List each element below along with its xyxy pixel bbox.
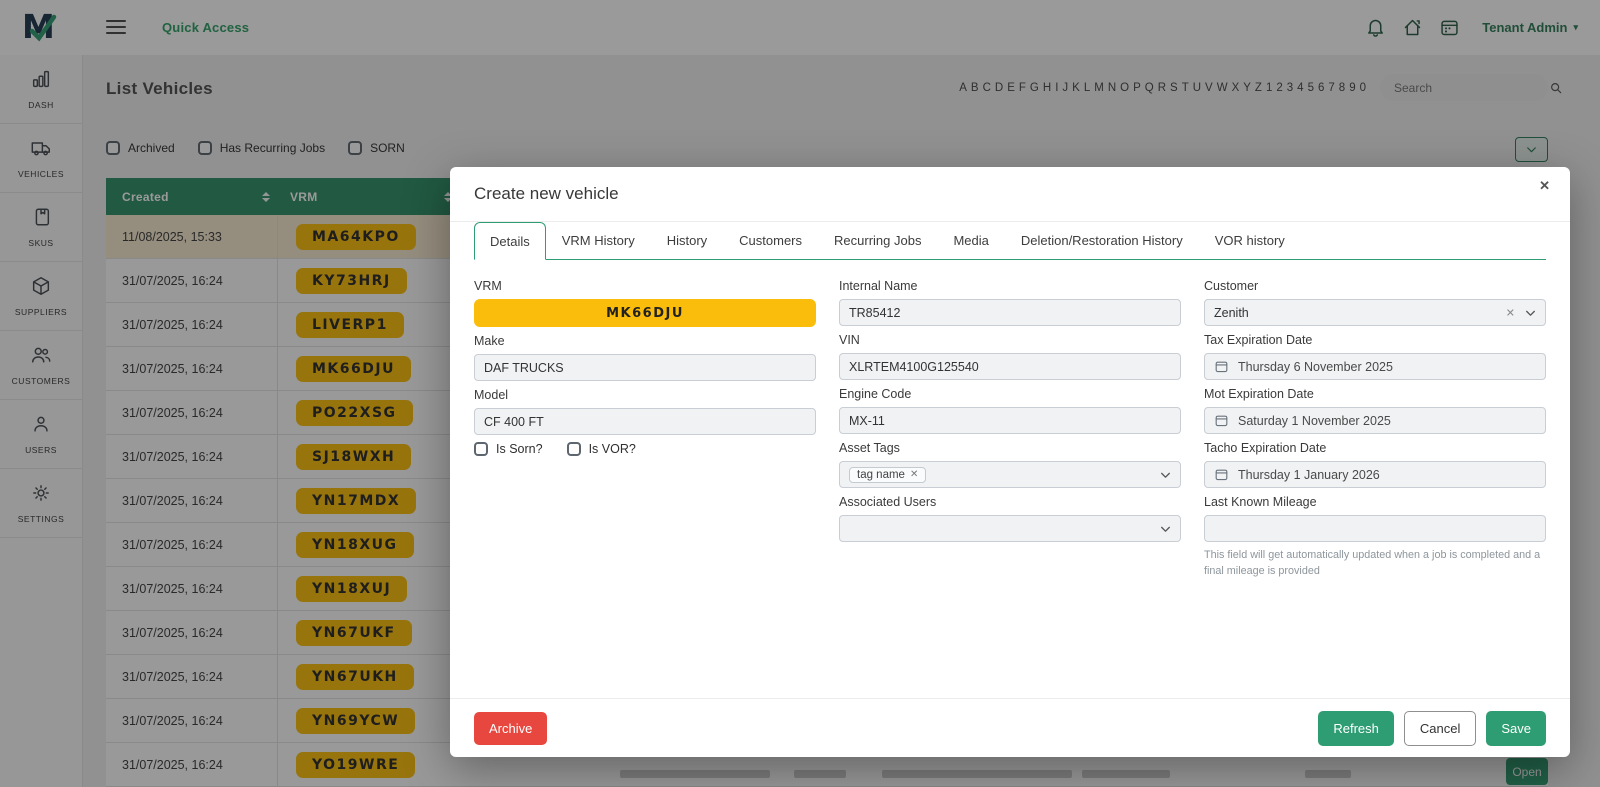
tab-deletion-restoration-history[interactable]: Deletion/Restoration History	[1005, 222, 1199, 259]
engine-code-input[interactable]	[839, 407, 1181, 434]
model-input[interactable]	[474, 408, 816, 435]
tab-history[interactable]: History	[651, 222, 723, 259]
engine-code-field: Engine Code	[839, 387, 1181, 434]
refresh-button[interactable]: Refresh	[1318, 710, 1394, 746]
form-column-1: VRM Make Model Is Sorn?	[474, 279, 816, 456]
customer-select[interactable]: Zenith ✕	[1204, 299, 1546, 326]
save-button[interactable]: Save	[1486, 710, 1546, 746]
asset-tags-field: Asset Tags tag name ✕	[839, 441, 1181, 488]
tacho-expiration-input[interactable]: Thursday 1 January 2026	[1204, 461, 1546, 488]
tab-recurring-jobs[interactable]: Recurring Jobs	[818, 222, 937, 259]
is-sorn-checkbox[interactable]: Is Sorn?	[474, 442, 543, 456]
vrm-input[interactable]	[474, 299, 816, 327]
checkbox-icon	[566, 442, 581, 456]
tag-chip: tag name ✕	[849, 466, 927, 483]
modal-tabs: Details VRM History History Customers Recurr…	[474, 222, 1546, 260]
app-stage: M Quick Access Tenant Admin ▾ DASH VEHIC…	[0, 0, 1600, 787]
tab-media[interactable]: Media	[937, 222, 1004, 259]
last-known-mileage-field: Last Known Mileage This field will get a…	[1204, 495, 1546, 579]
mot-expiration-input[interactable]: Saturday 1 November 2025	[1204, 407, 1546, 434]
flags-row: Is Sorn? Is VOR?	[474, 442, 816, 456]
associated-users-field: Associated Users	[839, 495, 1181, 542]
vin-input[interactable]	[839, 353, 1181, 380]
calendar-icon	[1215, 469, 1228, 481]
modal-title: Create new vehicle	[474, 184, 619, 203]
associated-users-select[interactable]	[839, 515, 1181, 542]
chevron-down-icon	[1161, 472, 1170, 478]
make-field: Make	[474, 334, 816, 381]
customer-field: Customer Zenith ✕	[1204, 279, 1546, 326]
vin-field: VIN	[839, 333, 1181, 380]
modal-footer: Archive Refresh Cancel Save	[450, 698, 1570, 757]
modal-header: Create new vehicle	[450, 167, 1570, 222]
form-column-3: Customer Zenith ✕ Tax Expiration Date Th…	[1204, 279, 1546, 586]
footer-actions: Refresh Cancel Save	[1318, 710, 1546, 746]
checkbox-icon	[474, 442, 488, 456]
tacho-expiration-field: Tacho Expiration Date Thursday 1 January…	[1204, 441, 1546, 488]
calendar-icon	[1215, 361, 1228, 373]
tax-expiration-field: Tax Expiration Date Thursday 6 November …	[1204, 333, 1546, 380]
create-vehicle-modal: Create new vehicle ✕ Details VRM History H…	[450, 167, 1570, 757]
asset-tags-select[interactable]: tag name ✕	[839, 461, 1181, 488]
is-vor-checkbox[interactable]: Is VOR?	[566, 442, 636, 456]
tab-details[interactable]: Details	[474, 222, 546, 260]
model-field: Model	[474, 388, 816, 435]
tab-vor-history[interactable]: VOR history	[1199, 222, 1301, 259]
internal-name-input[interactable]	[839, 299, 1181, 326]
mileage-hint-text: This field will get automatically update…	[1204, 549, 1541, 578]
vrm-field: VRM	[474, 279, 816, 327]
clear-customer-icon[interactable]: ✕	[1506, 306, 1515, 319]
tab-vrm-history[interactable]: VRM History	[546, 222, 651, 259]
internal-name-field: Internal Name	[839, 279, 1181, 326]
chevron-down-icon	[1526, 310, 1535, 316]
vehicle-form: VRM Make Model Is Sorn?	[474, 279, 1546, 586]
mot-expiration-field: Mot Expiration Date Saturday 1 November …	[1204, 387, 1546, 434]
chevron-down-icon	[1161, 526, 1170, 532]
close-icon[interactable]: ✕	[1539, 178, 1550, 194]
last-known-mileage-input[interactable]	[1204, 515, 1546, 542]
cancel-button[interactable]: Cancel	[1403, 710, 1477, 746]
calendar-icon	[1215, 415, 1228, 427]
form-column-2: Internal Name VIN Engine Code Asset Tags…	[839, 279, 1181, 549]
make-input[interactable]	[474, 354, 816, 381]
tab-customers[interactable]: Customers	[723, 222, 818, 259]
tax-expiration-input[interactable]: Thursday 6 November 2025	[1204, 353, 1546, 380]
remove-tag-icon[interactable]: ✕	[910, 469, 918, 480]
archive-button[interactable]: Archive	[474, 711, 548, 745]
